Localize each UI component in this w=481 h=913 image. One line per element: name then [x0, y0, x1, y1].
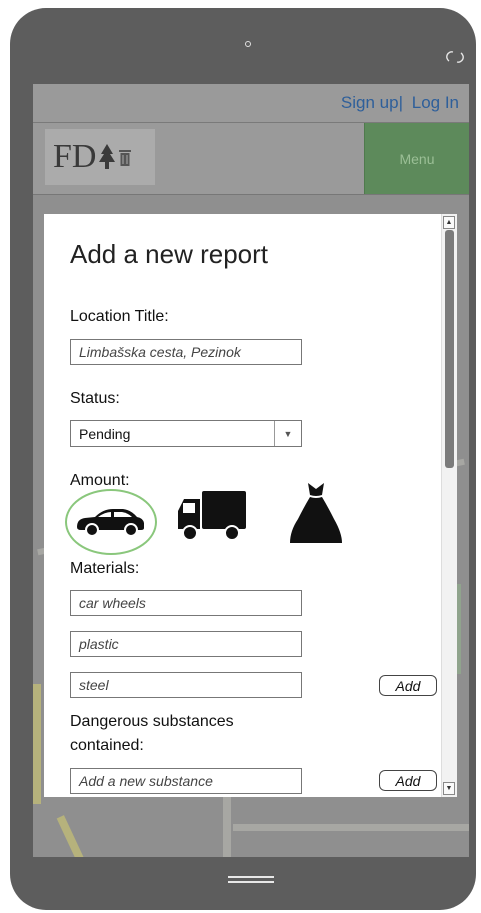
amount-option-car[interactable] [65, 489, 157, 555]
status-label: Status: [70, 390, 120, 407]
scroll-down-icon[interactable]: ▼ [443, 782, 455, 795]
menu-button[interactable]: Menu [364, 123, 469, 194]
scroll-thumb[interactable] [445, 230, 454, 468]
amount-option-truck[interactable] [176, 489, 248, 545]
dropdown-arrow-icon: ▼ [274, 421, 301, 446]
add-substance-button[interactable]: Add [379, 770, 437, 791]
sign-up-link[interactable]: Sign up [341, 93, 399, 112]
add-material-button[interactable]: Add [379, 675, 437, 696]
app-header: FD Menu [33, 123, 469, 195]
rotate-icon[interactable] [446, 50, 464, 64]
home-button[interactable] [228, 876, 274, 888]
add-report-modal: Add a new report Location Title: Limbašs… [44, 214, 457, 797]
amount-options [65, 483, 370, 559]
map-road [33, 684, 41, 804]
location-title-input[interactable]: Limbašska cesta, Pezinok [70, 339, 302, 365]
truck-icon [178, 491, 246, 541]
modal-scrollbar[interactable]: ▲ ▼ [441, 214, 457, 797]
amount-option-trash-bag[interactable] [286, 481, 346, 547]
top-bar: Sign up| Log In [33, 84, 469, 123]
dangerous-substances-label-cont: contained: [70, 737, 144, 754]
status-selected-value: Pending [79, 426, 131, 442]
materials-label: Materials: [70, 560, 140, 577]
link-separator: | [398, 93, 403, 112]
camera-icon [245, 41, 251, 47]
modal-title: Add a new report [70, 239, 269, 269]
logo-text: FD [53, 138, 97, 175]
status-select[interactable]: Pending ▼ [70, 420, 302, 447]
material-item[interactable]: car wheels [70, 590, 302, 616]
material-item[interactable]: steel [70, 672, 302, 698]
substance-input[interactable]: Add a new substance [70, 768, 302, 794]
trash-can-icon [119, 150, 132, 166]
logo[interactable]: FD [45, 129, 155, 185]
trash-bag-icon [290, 483, 342, 543]
material-item[interactable]: plastic [70, 631, 302, 657]
map-road [233, 824, 469, 831]
dangerous-substances-label: Dangerous substances [70, 713, 234, 730]
car-icon [77, 509, 144, 537]
location-title-label: Location Title: [70, 308, 169, 325]
tree-icon [99, 144, 116, 169]
log-in-link[interactable]: Log In [412, 93, 459, 112]
auth-links: Sign up| Log In [341, 93, 459, 113]
map-road [56, 815, 90, 857]
scroll-up-icon[interactable]: ▲ [443, 216, 455, 229]
